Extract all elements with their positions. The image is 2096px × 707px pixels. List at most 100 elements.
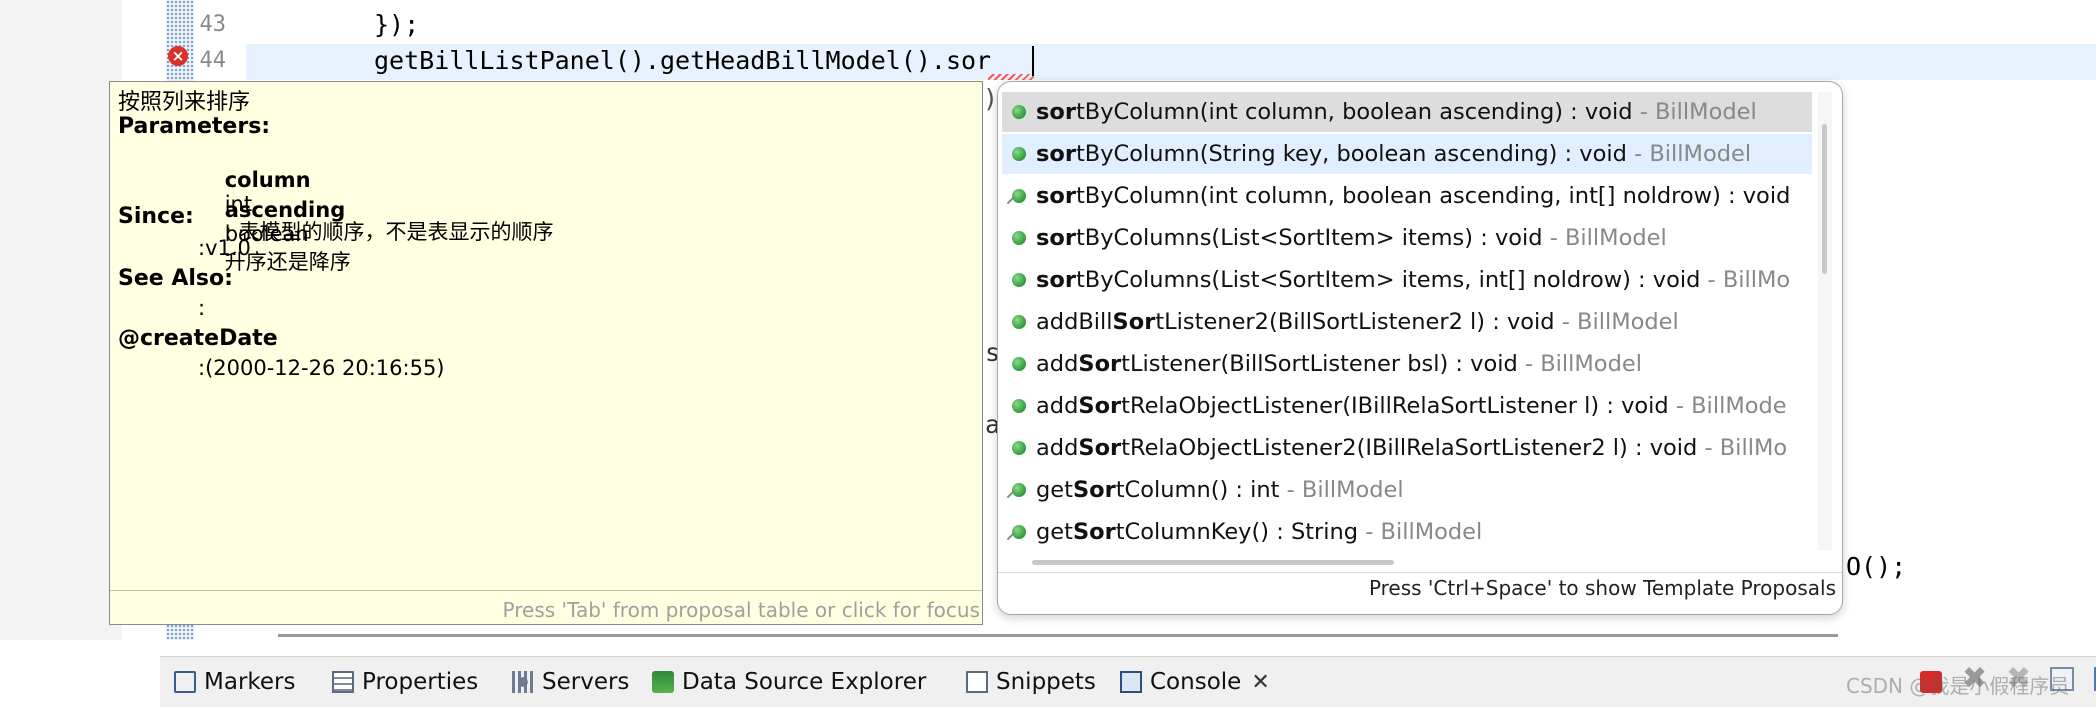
error-marker-icon[interactable]: × [168, 46, 188, 66]
proposal-prefix: get [1036, 477, 1073, 503]
proposal-owner: - BillModel [1517, 351, 1642, 377]
public-method-icon [1012, 441, 1026, 455]
proposal-prefix: get [1036, 519, 1073, 545]
proposal-list[interactable]: sortByColumn(int column, boolean ascendi… [998, 92, 1814, 550]
proposal-text: sortByColumns(List<SortItem> items) : vo… [1036, 218, 1667, 258]
public-method-icon [1012, 273, 1026, 287]
proposal-item[interactable]: addSortListener(BillSortListener bsl) : … [1002, 344, 1812, 384]
doc-since-value: :v1.0 [198, 236, 251, 260]
proposal-signature: tListener2(BillSortListener2 l) : void [1155, 309, 1555, 335]
text-caret [1032, 46, 1034, 76]
proposal-signature: tListener(BillSortListener bsl) : void [1121, 351, 1518, 377]
markers-icon [174, 671, 196, 693]
doc-summary: 按照列来排序 [118, 90, 251, 115]
proposal-prefix: add [1036, 393, 1079, 419]
public-method-icon [1012, 315, 1026, 329]
proposal-text: sortByColumns(List<SortItem> items, int[… [1036, 260, 1790, 300]
proposal-owner: - BillModel [1626, 141, 1752, 167]
proposal-signature: tColumn() : int [1115, 477, 1280, 503]
editor-horizontal-scrollbar[interactable] [278, 634, 1838, 637]
proposal-owner: - BillModel [1632, 99, 1757, 125]
deprecated-method-icon [1012, 525, 1026, 539]
proposal-horizontal-scrollbar[interactable] [1032, 560, 1394, 565]
public-method-icon [1012, 147, 1026, 161]
tab-label: Console [1150, 669, 1242, 695]
proposal-match: sor [1036, 183, 1076, 209]
left-panel-strip [0, 0, 122, 640]
tab-properties[interactable]: Properties [332, 657, 478, 707]
proposal-match: Sor [1078, 351, 1122, 377]
proposal-signature: tByColumn(int column, boolean ascending,… [1075, 183, 1791, 209]
deprecated-method-icon [1012, 189, 1026, 203]
proposal-signature: tByColumn(String key, boolean ascending)… [1075, 141, 1627, 167]
public-method-icon [1012, 399, 1026, 413]
proposal-signature: tColumnKey() : String [1115, 519, 1359, 545]
tab-snippets[interactable]: Snippets [966, 657, 1096, 707]
doc-divider [110, 590, 982, 591]
proposal-scrollbar-thumb[interactable] [1822, 124, 1827, 274]
line-number-43: 43 [199, 12, 227, 37]
doc-see-also-value: : [198, 296, 206, 320]
proposal-text: addSortRelaObjectListener(IBillRelaSortL… [1036, 386, 1787, 426]
template-proposals-hint: Press 'Ctrl+Space' to show Template Prop… [1368, 576, 1836, 600]
servers-icon [512, 671, 534, 693]
proposal-match: Sor [1072, 519, 1116, 545]
proposal-item[interactable]: sortByColumn(int column, boolean ascendi… [1002, 176, 1812, 216]
tab-data-source-explorer[interactable]: Data Source Explorer [652, 657, 926, 707]
proposal-item[interactable]: sortByColumns(List<SortItem> items) : vo… [1002, 218, 1812, 258]
javadoc-hover-popup[interactable]: 按照列来排序 Parameters: column int : 表模型的顺序，不… [109, 81, 983, 625]
proposal-owner: - BillModel [1358, 519, 1483, 545]
tab-label: Properties [362, 669, 479, 695]
tab-servers[interactable]: Servers [512, 657, 629, 707]
proposal-item[interactable]: sortByColumns(List<SortItem> items, int[… [1002, 260, 1812, 300]
content-assist-popup[interactable]: sortByColumn(int column, boolean ascendi… [997, 81, 1843, 615]
proposal-text: sortByColumn(String key, boolean ascendi… [1036, 134, 1751, 174]
proposal-match: sor [1036, 267, 1076, 293]
proposal-item[interactable]: sortByColumn(String key, boolean ascendi… [1002, 134, 1812, 174]
proposal-item[interactable]: getSortColumnKey() : String - BillModel [1002, 512, 1812, 550]
public-method-icon [1012, 105, 1026, 119]
code-line-43[interactable]: }); [374, 10, 419, 39]
data-source-icon [652, 671, 674, 693]
proposal-item[interactable]: sortByColumn(int column, boolean ascendi… [1002, 92, 1812, 132]
deprecated-method-icon [1012, 483, 1026, 497]
code-line-44[interactable]: getBillListPanel().getHeadBillModel().so… [374, 46, 991, 75]
proposal-text: addBillSortListener2(BillSortListener2 l… [1036, 302, 1679, 342]
proposal-divider [998, 572, 1842, 573]
proposal-match: sor [1036, 99, 1076, 125]
proposal-text: addSortListener(BillSortListener bsl) : … [1036, 344, 1642, 384]
proposal-signature: tByColumns(List<SortItem> items, int[] n… [1075, 267, 1701, 293]
watermark: CSDN @我是小假程序员 [1846, 674, 2070, 698]
tab-label: Markers [204, 669, 296, 695]
proposal-item[interactable]: addBillSortListener2(BillSortListener2 l… [1002, 302, 1812, 342]
proposal-owner: - BillModel [1542, 225, 1667, 251]
proposal-match: sor [1036, 141, 1076, 167]
line-number-44: 44 [199, 48, 227, 73]
tab-console[interactable]: Console ✕ [1120, 657, 1270, 707]
proposal-item[interactable]: getSortColumn() : int - BillModel [1002, 470, 1812, 510]
doc-since-heading: Since: [118, 204, 194, 229]
tab-label: Servers [542, 669, 630, 695]
proposal-prefix: add [1036, 351, 1079, 377]
doc-focus-hint: Press 'Tab' from proposal table or click… [502, 598, 980, 622]
tab-markers[interactable]: Markers [174, 657, 295, 707]
close-console-icon[interactable]: ✕ [1251, 670, 1269, 695]
proposal-signature: tByColumn(int column, boolean ascending)… [1075, 99, 1633, 125]
proposal-text: getSortColumn() : int - BillModel [1036, 470, 1404, 510]
proposal-match: Sor [1078, 393, 1122, 419]
proposal-prefix: addBill [1036, 309, 1113, 335]
snippets-icon [966, 671, 988, 693]
proposal-match: Sor [1112, 309, 1156, 335]
proposal-owner: - BillMode [1668, 393, 1787, 419]
proposal-item[interactable]: addSortRelaObjectListener2(IBillRelaSort… [1002, 428, 1812, 468]
proposal-item[interactable]: addSortRelaObjectListener(IBillRelaSortL… [1002, 386, 1812, 426]
properties-icon [332, 671, 354, 693]
proposal-text: sortByColumn(int column, boolean ascendi… [1036, 92, 1757, 132]
proposal-owner: - BillMo [1700, 267, 1791, 293]
public-method-icon [1012, 357, 1026, 371]
proposal-text: sortByColumn(int column, boolean ascendi… [1036, 176, 1790, 216]
proposal-text: getSortColumnKey() : String - BillModel [1036, 512, 1482, 550]
doc-create-date-heading: @createDate [118, 326, 278, 351]
doc-create-date-value: :(2000-12-26 20:16:55) [198, 356, 445, 380]
proposal-match: sor [1036, 225, 1076, 251]
